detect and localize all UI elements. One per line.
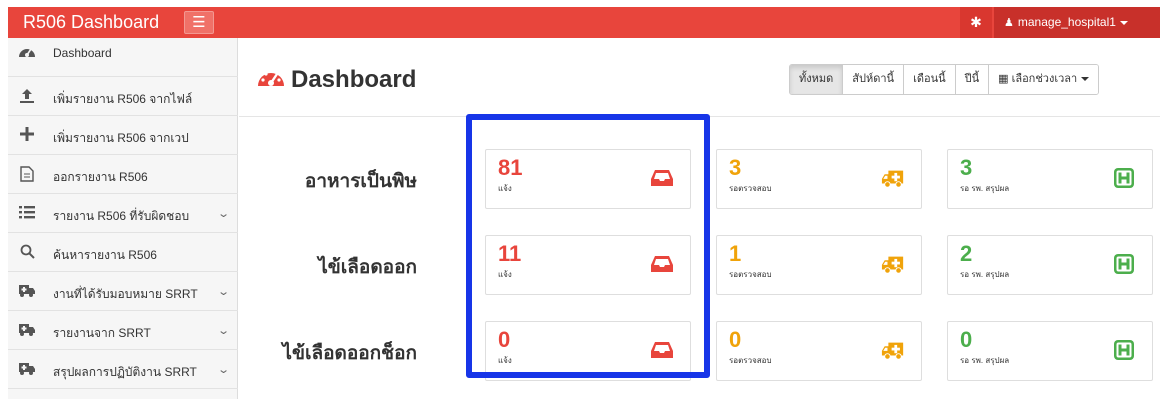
sidebar-item-label: งานที่ได้รับมอบหมาย SRRT [53,287,198,301]
sidebar-item-label: เพิ่มรายงาน R506 จากเวป [53,131,189,145]
filter-all[interactable]: ทั้งหมด [790,65,843,94]
brand-title[interactable]: R506 Dashboard [23,7,159,38]
calendar-icon: ▦ [998,73,1009,85]
stat-caption: รอตรวจสอบ [729,270,772,279]
stat-card-reported[interactable]: 0 แจ้ง [485,321,691,381]
page-title: Dashboard [257,66,416,94]
stat-card-pending-hospital[interactable]: 0 รอ รพ. สรุปผล [947,321,1153,381]
filter-custom-range-label: เลือกช่วงเวลา [1011,73,1078,85]
sidebar-item-srrt-assigned[interactable]: งานที่ได้รับมอบหมาย SRRT ⌄ [8,272,238,311]
ambulance-icon [881,170,904,188]
ambulance-icon [18,283,36,299]
app-window: R506 Dashboard ☰ ✱ ♟ manage_hospital1 Das… [0,0,1166,399]
stat-value: 0 [960,327,973,352]
plus-icon [18,127,36,143]
stat-value: 1 [729,241,742,266]
stat-value: 0 [729,327,742,352]
stat-card-pending-check[interactable]: 0 รอตรวจสอบ [716,321,922,381]
chevron-down-icon: ⌄ [216,364,230,376]
gear-icon[interactable]: ✱ [960,7,992,38]
filter-this-month[interactable]: เดือนนี้ [903,65,955,94]
hamburger-icon[interactable]: ☰ [184,11,214,34]
list-icon [18,205,36,221]
search-icon [18,244,36,260]
sidebar-item-dashboard[interactable]: Dashboard [8,38,238,77]
ambulance-icon [18,322,36,338]
sidebar-item-export-report[interactable]: ออกรายงาน R506 [8,155,238,194]
sidebar-item-label: ค้นหารายงาน R506 [53,248,157,262]
stat-caption: แจ้ง [498,270,512,279]
inbox-icon [651,170,673,186]
stat-caption: แจ้ง [498,184,512,193]
user-name: manage_hospital1 [1017,15,1116,29]
stat-caption: รอตรวจสอบ [729,184,772,193]
hospital-icon [1114,340,1134,360]
hospital-icon [1114,168,1134,188]
stat-card-pending-check[interactable]: 1 รอตรวจสอบ [716,235,922,295]
sidebar-item-srrt-reports[interactable]: รายงานจาก SRRT ⌄ [8,311,238,350]
stat-card-reported[interactable]: 81 แจ้ง [485,149,691,209]
header-divider [239,116,1160,117]
ambulance-icon [881,342,904,360]
sidebar-item-label: ออกรายงาน R506 [53,170,148,184]
stat-caption: รอ รพ. สรุปผล [960,270,1010,279]
chevron-down-icon: ⌄ [216,325,230,337]
sidebar-item-srrt-summary[interactable]: สรุปผลการปฏิบัติงาน SRRT ⌄ [8,350,238,389]
inbox-icon [651,342,673,358]
stat-value: 2 [960,241,973,266]
row-label-dengue-shock: ไข้เลือดออกช็อก [282,343,417,364]
stat-value: 11 [498,241,522,266]
file-icon [18,166,36,182]
stat-value: 0 [498,327,511,352]
sidebar-item-label: รายงานจาก SRRT [53,326,151,340]
stat-caption: รอ รพ. สรุปผล [960,356,1010,365]
inbox-icon [651,256,673,272]
stat-card-reported[interactable]: 11 แจ้ง [485,235,691,295]
upload-icon [18,88,36,104]
user-menu-button[interactable]: ♟ manage_hospital1 [994,7,1160,38]
filter-this-week[interactable]: สัปห์ดานี้ [842,65,904,94]
period-filter: ทั้งหมด สัปห์ดานี้ เดือนนี้ ปีนี้ ▦ เลือก… [789,64,1100,95]
caret-down-icon [1119,20,1128,25]
top-navbar: R506 Dashboard ☰ ✱ ♟ manage_hospital1 [8,7,1160,38]
row-label-dengue: ไข้เลือดออก [318,257,417,278]
chevron-down-icon: ⌄ [216,286,230,298]
filter-custom-range[interactable]: ▦ เลือกช่วงเวลา [988,65,1099,94]
stat-caption: รอ รพ. สรุปผล [960,184,1010,193]
stat-value: 81 [498,155,523,180]
stat-caption: แจ้ง [498,356,512,365]
sidebar-item-label: เพิ่มรายงาน R506 จากไฟล์ [53,92,193,106]
sidebar-item-responsible-reports[interactable]: รายงาน R506 ที่รับผิดชอบ ⌄ [8,194,238,233]
sidebar-item-upload-file[interactable]: เพิ่มรายงาน R506 จากไฟล์ [8,77,238,116]
ambulance-icon [18,361,36,377]
sidebar: Dashboard เพิ่มรายงาน R506 จากไฟล์ เพิ่ม… [8,38,238,399]
chevron-down-icon: ⌄ [216,208,230,220]
dashboard-icon [18,44,36,60]
stat-caption: รอตรวจสอบ [729,356,772,365]
sidebar-item-search-report[interactable]: ค้นหารายงาน R506 [8,233,238,272]
page-title-text: Dashboard [291,66,417,93]
filter-this-year[interactable]: ปีนี้ [954,65,989,94]
stat-card-pending-hospital[interactable]: 3 รอ รพ. สรุปผล [947,149,1153,209]
user-icon: ♟ [1004,17,1014,29]
sidebar-item-label: Dashboard [53,46,112,60]
stat-value: 3 [960,155,973,180]
stat-value: 3 [729,155,742,180]
sidebar-item-label: รายงาน R506 ที่รับผิดชอบ [53,209,190,223]
sidebar-item-label: สรุปผลการปฏิบัติงาน SRRT [53,365,197,379]
stat-card-pending-check[interactable]: 3 รอตรวจสอบ [716,149,922,209]
caret-down-icon [1081,77,1090,82]
row-label-food-poisoning: อาหารเป็นพิษ [304,171,417,192]
dashboard-icon [257,66,285,90]
ambulance-icon [881,256,904,274]
stat-card-pending-hospital[interactable]: 2 รอ รพ. สรุปผล [947,235,1153,295]
main-content: Dashboard ทั้งหมด สัปห์ดานี้ เดือนนี้ ปี… [239,38,1160,399]
sidebar-item-add-web[interactable]: เพิ่มรายงาน R506 จากเวป [8,116,238,155]
hospital-icon [1114,254,1134,274]
